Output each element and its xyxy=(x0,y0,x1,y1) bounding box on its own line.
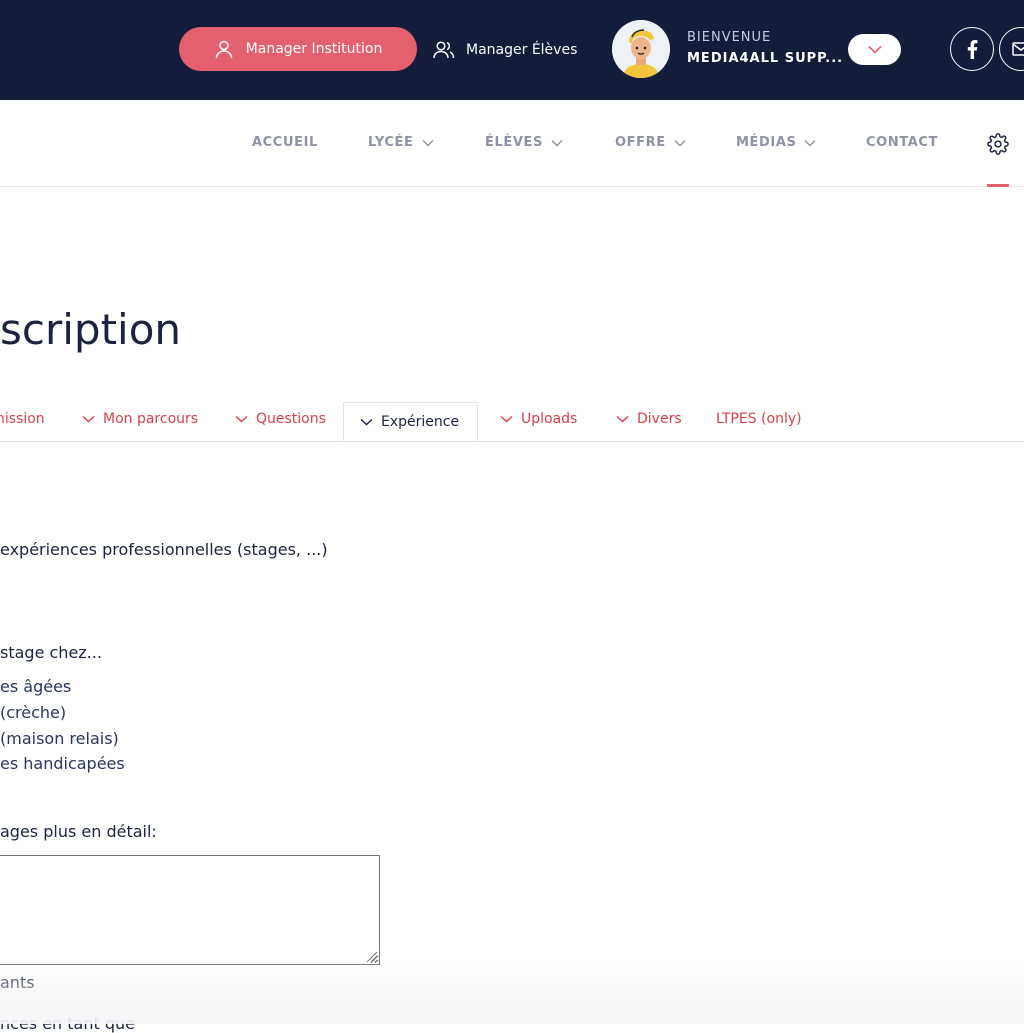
mail-icon xyxy=(1012,42,1024,56)
stage-option[interactable]: (maison relais) xyxy=(0,729,119,748)
facebook-icon xyxy=(967,40,978,59)
tab-uploads[interactable]: Uploads xyxy=(500,411,577,427)
active-indicator xyxy=(987,184,1009,187)
user-icon xyxy=(215,40,232,59)
manager-institution-button[interactable]: Manager Institution xyxy=(179,27,417,71)
tab-ltpes[interactable]: LTPES (only) xyxy=(716,411,802,427)
tab-label: Divers xyxy=(637,411,682,427)
nav-item-offre[interactable]: OFFRE xyxy=(615,135,686,150)
chevron-down-icon xyxy=(616,415,629,423)
tab-label: Mon parcours xyxy=(103,411,199,427)
chevron-down-icon xyxy=(867,45,882,54)
chevron-down-icon xyxy=(500,415,513,423)
nav-label: OFFRE xyxy=(615,135,666,150)
avatar[interactable] xyxy=(612,20,670,78)
stage-question: stage chez... xyxy=(0,643,102,662)
manager-institution-label: Manager Institution xyxy=(245,41,383,57)
nav-label: CONTACT xyxy=(866,135,938,150)
stage-option[interactable]: (crèche) xyxy=(0,703,66,722)
tab-label: LTPES (only) xyxy=(716,411,802,427)
section-heading: expériences professionnelles (stages, ..… xyxy=(0,540,328,559)
tab-label: Uploads xyxy=(521,411,578,427)
main-nav: ACCUEIL LYCÉE ÉLÈVES OFFRE MÉDIAS CONTAC… xyxy=(0,100,1024,187)
nav-label: MÉDIAS xyxy=(736,135,797,150)
nav-item-eleves[interactable]: ÉLÈVES xyxy=(485,135,563,150)
email-link[interactable] xyxy=(999,27,1024,71)
tabs-divider xyxy=(0,441,1024,442)
tab-questions[interactable]: Questions xyxy=(235,411,326,427)
page-title: scription xyxy=(0,305,182,354)
chevron-down-icon xyxy=(422,139,434,146)
tab-admission[interactable]: nission xyxy=(0,411,45,427)
chevron-down-icon xyxy=(360,418,373,425)
chevron-down-icon xyxy=(551,139,563,146)
user-name: MEDIA4ALL SUPP... xyxy=(687,51,844,66)
tab-label: Expérience xyxy=(381,413,460,430)
chevron-down-icon xyxy=(235,415,248,423)
tab-label: Questions xyxy=(256,411,326,427)
tab-label: nission xyxy=(0,411,45,427)
stage-option[interactable]: es handicapées xyxy=(0,754,125,773)
nav-item-accueil[interactable]: ACCUEIL xyxy=(252,135,318,150)
nav-item-lycee[interactable]: LYCÉE xyxy=(368,135,434,150)
nav-label: ÉLÈVES xyxy=(485,135,543,150)
user-menu-toggle[interactable] xyxy=(848,34,901,65)
chevron-down-icon xyxy=(674,139,686,146)
avatar-illustration xyxy=(612,20,670,78)
top-bar: Manager Institution Manager Élèves BIENV… xyxy=(0,0,1024,100)
tab-experience[interactable]: Expérience xyxy=(343,402,478,441)
tab-mon-parcours[interactable]: Mon parcours xyxy=(82,411,198,427)
manager-eleves-button[interactable]: Manager Élèves xyxy=(432,36,577,64)
welcome-block: BIENVENUE MEDIA4ALL SUPP... xyxy=(687,30,843,66)
facebook-link[interactable] xyxy=(950,27,994,71)
details-label: ages plus en détail: xyxy=(0,822,157,841)
chevron-down-icon xyxy=(804,139,816,146)
welcome-label: BIENVENUE xyxy=(687,30,772,45)
tab-divers[interactable]: Divers xyxy=(616,411,682,427)
details-textarea[interactable] xyxy=(0,855,380,965)
nav-item-contact[interactable]: CONTACT xyxy=(866,135,938,150)
users-icon xyxy=(433,41,455,59)
nav-label: ACCUEIL xyxy=(252,135,318,150)
bottom-fade xyxy=(0,960,1024,1024)
nav-item-medias[interactable]: MÉDIAS xyxy=(736,135,816,150)
manager-eleves-label: Manager Élèves xyxy=(466,42,578,58)
gear-icon xyxy=(987,133,1009,155)
chevron-down-icon xyxy=(82,415,95,423)
nav-label: LYCÉE xyxy=(368,135,414,150)
settings-button[interactable] xyxy=(987,133,1009,155)
stage-option[interactable]: es âgées xyxy=(0,677,71,696)
